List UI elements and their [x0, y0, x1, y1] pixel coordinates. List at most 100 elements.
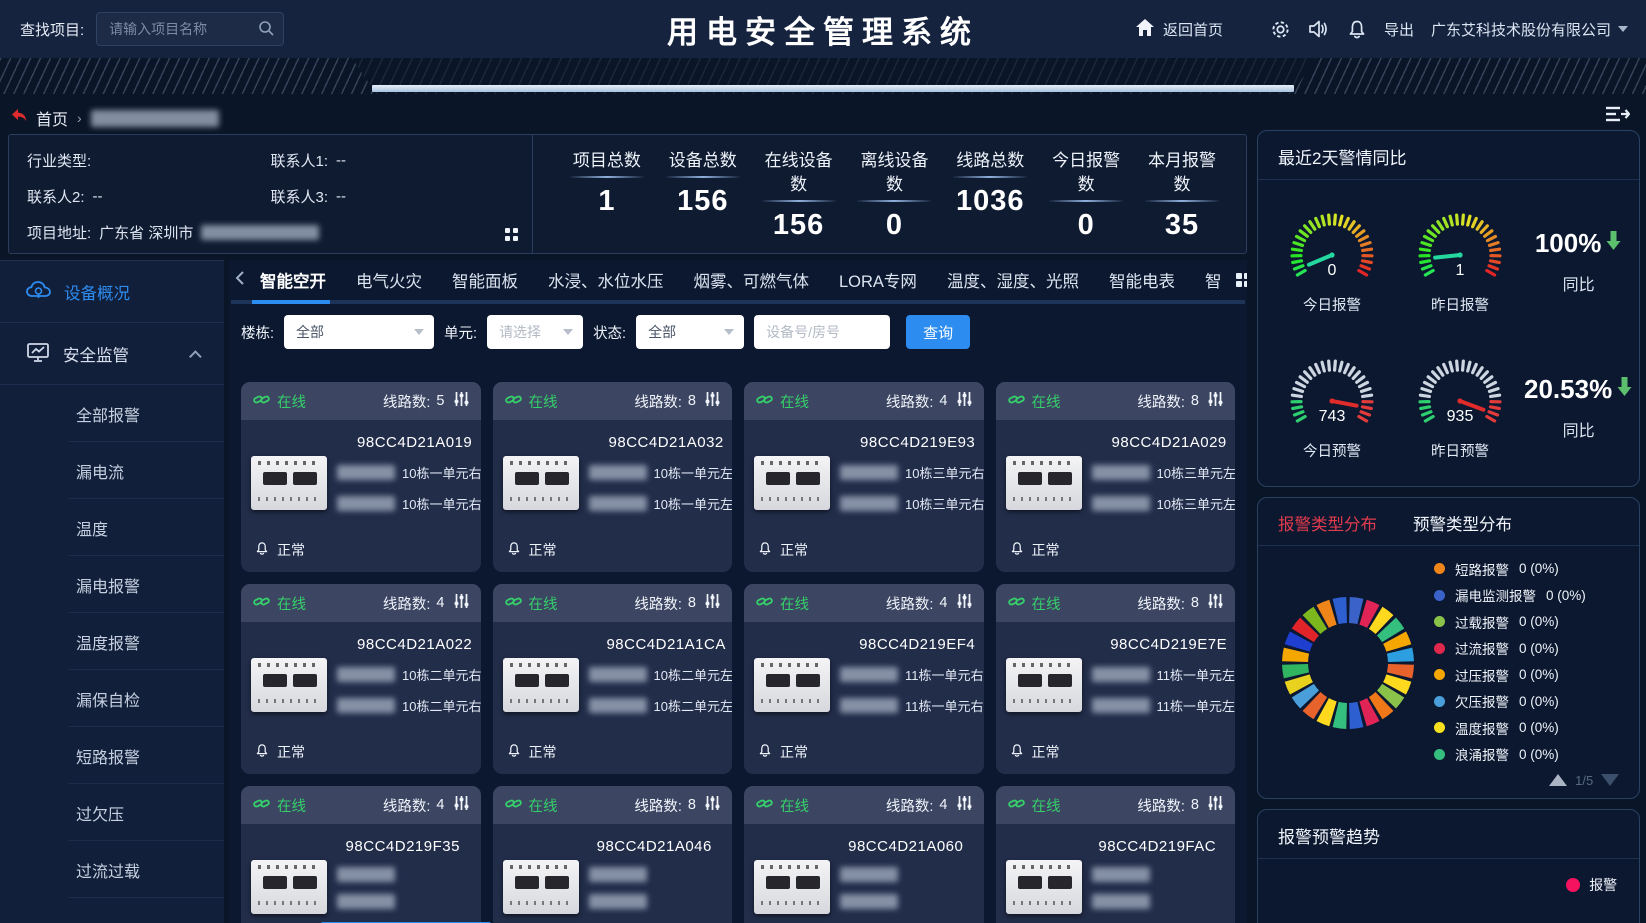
- sliders-icon[interactable]: [705, 391, 720, 411]
- tab-device-category[interactable]: 电气火灾: [341, 268, 437, 292]
- device-card[interactable]: 在线线路数:498CC4D21A060正常: [744, 786, 984, 923]
- device-number-input[interactable]: [754, 315, 890, 349]
- export-button[interactable]: 导出: [1384, 19, 1414, 40]
- speaker-icon[interactable]: [1308, 19, 1330, 39]
- building-select[interactable]: 全部: [284, 315, 434, 349]
- gauge-label: 今日报警: [1268, 294, 1396, 315]
- online-status: 在线: [505, 593, 558, 614]
- sidebar-subitem[interactable]: 温度报警: [0, 613, 224, 670]
- info-field-value: 广东省 深圳市: [99, 222, 193, 243]
- sliders-icon[interactable]: [454, 391, 469, 411]
- panel-collapse-icon[interactable]: [1604, 105, 1630, 128]
- device-card[interactable]: 在线线路数:498CC4D219F35正常: [241, 786, 481, 923]
- sidebar-subitem[interactable]: 全部报警: [0, 385, 224, 442]
- tab-device-category[interactable]: 智: [1190, 268, 1237, 292]
- tab-device-category[interactable]: 烟雾、可燃气体: [679, 268, 825, 292]
- sidebar-subitem[interactable]: 温度: [0, 499, 224, 556]
- breadcrumb-home[interactable]: 首页: [36, 106, 68, 130]
- company-dropdown[interactable]: 广东艾科技术股份有限公司: [1431, 19, 1628, 40]
- stat-item: 今日报警数0: [1043, 149, 1129, 253]
- sliders-icon[interactable]: [454, 795, 469, 815]
- sliders-icon[interactable]: [705, 593, 720, 613]
- notifications-bell-icon[interactable]: [1347, 19, 1367, 40]
- device-card[interactable]: 在线线路数:898CC4D21A02910栋三单元左...10栋三单元左...正…: [996, 382, 1236, 572]
- device-card[interactable]: 在线线路数:598CC4D21A01910栋一单元右...10栋一单元右...正…: [241, 382, 481, 572]
- device-card[interactable]: 在线线路数:498CC4D219EF411栋一单元右...11栋一单元右...正…: [744, 584, 984, 774]
- line-count: 线路数:4: [383, 795, 469, 816]
- stat-label: 设备总数: [665, 149, 741, 173]
- back-arrow-icon[interactable]: [10, 108, 27, 128]
- back-home-button[interactable]: 返回首页: [1135, 18, 1223, 41]
- redacted-text: [840, 867, 898, 882]
- tab-warning-distribution[interactable]: 预警类型分布: [1413, 511, 1512, 535]
- pager-down-icon[interactable]: [1601, 774, 1619, 786]
- tab-device-category[interactable]: 温度、湿度、光照: [932, 268, 1094, 292]
- sliders-icon[interactable]: [957, 593, 972, 613]
- sidebar-subitem[interactable]: 短路报警: [0, 727, 224, 784]
- legend-dot: [1434, 722, 1445, 733]
- type-distribution-panel: 报警类型分布 预警类型分布 短路报警0 (0%)漏电监测报警0 (0%)过载报警…: [1257, 497, 1640, 799]
- comparison-block: 20.53%同比: [1524, 374, 1633, 441]
- project-search-input[interactable]: [96, 12, 284, 46]
- tab-device-category[interactable]: 智能电表: [1094, 268, 1190, 292]
- tabs-scroll-left-icon[interactable]: [235, 270, 245, 291]
- device-card[interactable]: 在线线路数:498CC4D21A02210栋二单元右...10栋二单元右...正…: [241, 584, 481, 774]
- tab-device-category[interactable]: LORA专网: [824, 268, 932, 292]
- sliders-icon[interactable]: [705, 795, 720, 815]
- device-location-row: 10栋二单元右...: [337, 696, 481, 715]
- sliders-icon[interactable]: [957, 795, 972, 815]
- line-count-value: 5: [436, 393, 444, 409]
- tab-alarm-distribution[interactable]: 报警类型分布: [1278, 511, 1377, 535]
- sliders-icon[interactable]: [1208, 391, 1223, 411]
- tab-device-category[interactable]: 智能面板: [437, 268, 533, 292]
- device-id: 98CC4D219FAC: [1092, 838, 1224, 855]
- redacted-text: [1092, 667, 1150, 682]
- device-card[interactable]: 在线线路数:898CC4D219E7E11栋一单元左...11栋一单元左...正…: [996, 584, 1236, 774]
- tab-grid-icon[interactable]: [1236, 273, 1247, 287]
- sidebar-subitem-label: 全部报警: [76, 402, 140, 426]
- project-info-box: 行业类型:联系人1:--联系人2:--联系人3:--项目地址:广东省 深圳市: [9, 135, 533, 253]
- chevron-down-icon: [1618, 26, 1628, 32]
- sidebar-subitem[interactable]: 漏电流: [0, 442, 224, 499]
- device-location-text: 10栋三单元右...: [905, 494, 984, 513]
- gauge-value: 743: [1319, 408, 1346, 425]
- sliders-icon[interactable]: [454, 593, 469, 613]
- pager-up-icon[interactable]: [1549, 774, 1567, 786]
- redacted-text: [840, 894, 898, 909]
- device-card[interactable]: 在线线路数:898CC4D219FAC正常: [996, 786, 1236, 923]
- stat-underline: [857, 200, 931, 202]
- sliders-icon[interactable]: [1208, 593, 1223, 613]
- device-card-body: 98CC4D21A02910栋三单元左...10栋三单元左...: [996, 420, 1236, 540]
- sidebar-subitem[interactable]: 漏电报警: [0, 556, 224, 613]
- tab-device-category[interactable]: 水浸、水位水压: [533, 268, 679, 292]
- device-card[interactable]: 在线线路数:898CC4D21A046正常: [493, 786, 733, 923]
- sidebar-item-safety-monitor[interactable]: 安全监管: [0, 323, 224, 385]
- device-card[interactable]: 在线线路数:498CC4D219E9310栋三单元右...10栋三单元右...正…: [744, 382, 984, 572]
- legend-value: 0 (0%): [1546, 588, 1586, 603]
- project-info-field: 联系人3:--: [271, 186, 515, 207]
- query-button[interactable]: 查询: [906, 315, 970, 349]
- device-card-info: 98CC4D219FAC: [1092, 834, 1224, 923]
- layout-grid-icon[interactable]: [505, 228, 518, 241]
- legend-item: 短路报警0 (0%): [1434, 559, 1629, 579]
- sliders-icon[interactable]: [1208, 795, 1223, 815]
- device-location-row: 10栋一单元左...: [589, 463, 733, 482]
- settings-gear-icon[interactable]: [1270, 19, 1291, 40]
- online-label: 在线: [529, 391, 558, 412]
- device-card[interactable]: 在线线路数:898CC4D21A03210栋一单元左...10栋一单元左...正…: [493, 382, 733, 572]
- alarm-compare-title: 最近2天警情同比: [1258, 131, 1639, 180]
- sliders-icon[interactable]: [957, 391, 972, 411]
- comparison-value: 20.53%: [1524, 374, 1612, 405]
- device-id: 98CC4D219E93: [840, 434, 984, 451]
- sidebar-subitem[interactable]: 过欠压: [0, 784, 224, 841]
- gauge-label: 昨日报警: [1396, 294, 1524, 315]
- device-card[interactable]: 在线线路数:898CC4D21A1CA10栋二单元左...10栋二单元左...正…: [493, 584, 733, 774]
- search-icon[interactable]: [258, 20, 274, 40]
- status-select[interactable]: 全部: [636, 315, 744, 349]
- sidebar-subitem[interactable]: 漏保自检: [0, 670, 224, 727]
- sidebar-subitem[interactable]: 过流过载: [0, 841, 224, 898]
- unit-select[interactable]: 请选择: [487, 315, 583, 349]
- tab-device-category[interactable]: 智能空开: [245, 268, 341, 292]
- sidebar-item-device-overview[interactable]: 设备概况: [0, 261, 224, 323]
- device-location-row: [840, 867, 972, 882]
